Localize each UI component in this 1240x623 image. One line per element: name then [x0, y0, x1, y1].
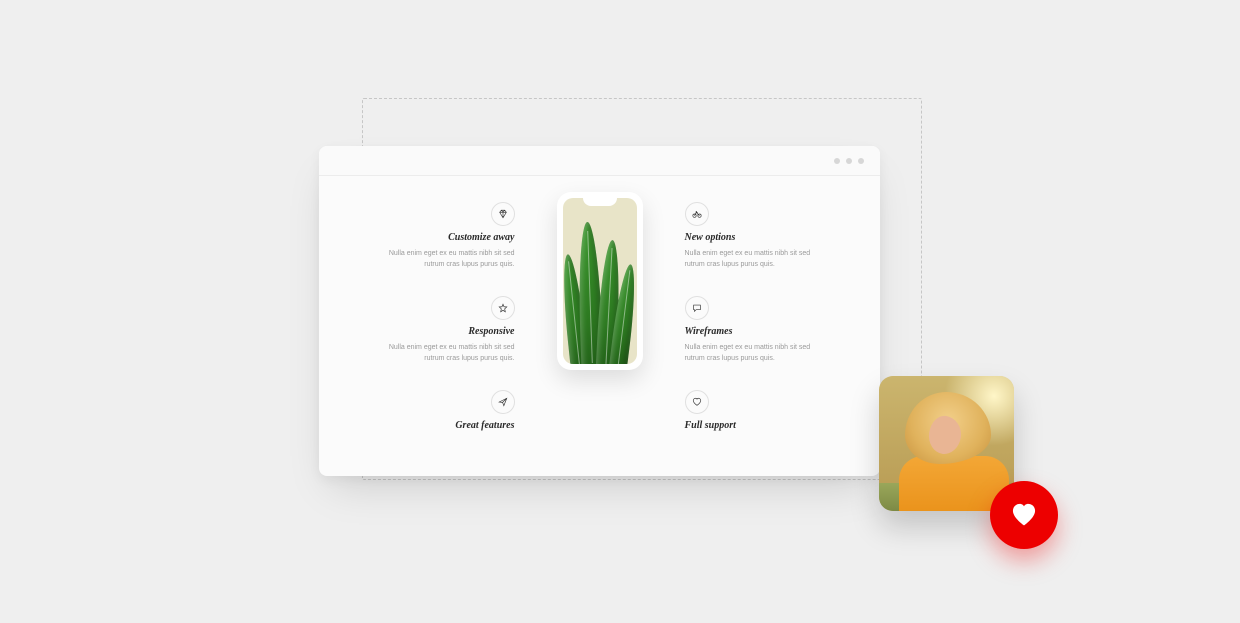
heart-icon [685, 390, 709, 414]
feature-item: Customize away Nulla enim eget ex eu mat… [385, 202, 515, 270]
feature-desc: Nulla enim eget ex eu mattis nibh sit se… [685, 249, 815, 270]
browser-header [319, 146, 880, 176]
heart-filled-icon [1010, 501, 1038, 529]
feature-item: New options Nulla enim eget ex eu mattis… [685, 202, 815, 270]
diamond-icon [491, 202, 515, 226]
window-dot [858, 158, 864, 164]
feature-desc: Nulla enim eget ex eu mattis nibh sit se… [385, 249, 515, 270]
window-dot [846, 158, 852, 164]
feature-title: Responsive [468, 326, 514, 337]
phone-notch [583, 198, 617, 206]
phone-screen [563, 198, 637, 364]
features-left-column: Customize away Nulla enim eget ex eu mat… [385, 202, 515, 437]
feature-title: New options [685, 232, 736, 243]
feature-desc: Nulla enim eget ex eu mattis nibh sit se… [685, 343, 815, 364]
feature-item: Full support [685, 390, 736, 437]
paperplane-icon [491, 390, 515, 414]
person-illustration [879, 376, 1014, 511]
like-button[interactable] [990, 481, 1058, 549]
bike-icon [685, 202, 709, 226]
feature-item: Great features [455, 390, 514, 437]
window-dot [834, 158, 840, 164]
features-right-column: New options Nulla enim eget ex eu mattis… [685, 202, 815, 437]
phone-mockup [555, 192, 645, 370]
photo-card [879, 376, 1014, 511]
feature-desc: Nulla enim eget ex eu mattis nibh sit se… [385, 343, 515, 364]
feature-title: Wireframes [685, 326, 733, 337]
feature-title: Great features [455, 420, 514, 431]
feature-item: Responsive Nulla enim eget ex eu mattis … [385, 296, 515, 364]
phone-frame [557, 192, 643, 370]
feature-title: Full support [685, 420, 736, 431]
browser-body: Customize away Nulla enim eget ex eu mat… [319, 176, 880, 476]
feature-title: Customize away [448, 232, 514, 243]
chat-icon [685, 296, 709, 320]
browser-window: Customize away Nulla enim eget ex eu mat… [319, 146, 880, 476]
feature-item: Wireframes Nulla enim eget ex eu mattis … [685, 296, 815, 364]
star-icon [491, 296, 515, 320]
